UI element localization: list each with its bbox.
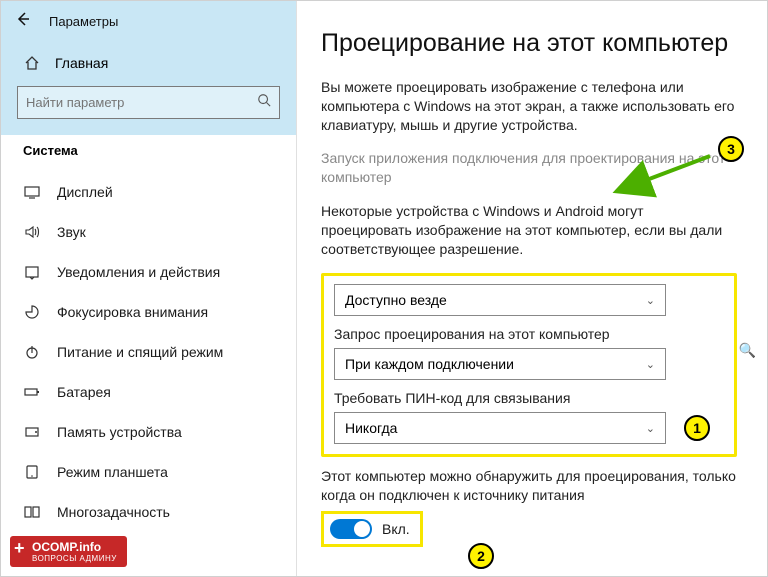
nav-list: Дисплей Звук Уведомления и действия Фоку… — [1, 172, 296, 532]
chevron-down-icon: ⌄ — [646, 358, 655, 371]
sidebar: Параметры Главная Система Дисплей — [1, 1, 297, 576]
watermark-sub: ВОПРОСЫ АДМИНУ — [32, 554, 117, 563]
home-icon — [23, 54, 41, 72]
search-icon — [257, 93, 271, 112]
home-label: Главная — [55, 55, 108, 71]
sidebar-item-focus[interactable]: Фокусировка внимания — [1, 292, 296, 332]
settings-window: Параметры Главная Система Дисплей — [0, 0, 768, 577]
power-icon — [23, 343, 41, 361]
search-box[interactable] — [17, 86, 280, 119]
category-header: Система — [1, 135, 296, 172]
sidebar-item-label: Звук — [57, 224, 86, 240]
sound-icon — [23, 223, 41, 241]
dropdown3-label: Требовать ПИН-код для связывания — [334, 390, 724, 406]
dropdown-value: Никогда — [345, 420, 397, 436]
main-content: Проецирование на этот компьютер Вы может… — [297, 1, 767, 576]
sidebar-item-label: Дисплей — [57, 184, 113, 200]
dropdown-value: При каждом подключении — [345, 356, 514, 372]
sidebar-item-sound[interactable]: Звук — [1, 212, 296, 252]
page-title: Проецирование на этот компьютер — [321, 29, 737, 58]
chevron-down-icon: ⌄ — [646, 422, 655, 435]
sidebar-item-label: Режим планшета — [57, 464, 168, 480]
settings-group-1: Доступно везде ⌄ Запрос проецирования на… — [321, 273, 737, 457]
annotation-callout-2: 2 — [468, 543, 494, 569]
pin-dropdown[interactable]: Никогда ⌄ — [334, 412, 666, 444]
annotation-callout-1: 1 — [684, 415, 710, 441]
magnify-icon: 🔍 — [739, 342, 756, 359]
search-wrap — [1, 84, 296, 135]
notifications-icon — [23, 263, 41, 281]
header-bar: Параметры — [1, 1, 296, 44]
dropdown2-label: Запрос проецирования на этот компьютер — [334, 326, 724, 342]
sidebar-item-label: Питание и спящий режим — [57, 344, 223, 360]
sidebar-item-power[interactable]: Питание и спящий режим — [1, 332, 296, 372]
chevron-down-icon: ⌄ — [646, 294, 655, 307]
search-input[interactable] — [26, 95, 257, 110]
sidebar-item-storage[interactable]: Память устройства — [1, 412, 296, 452]
discover-note: Этот компьютер можно обнаружить для прое… — [321, 467, 737, 505]
focus-icon — [23, 303, 41, 321]
permission-note: Некоторые устройства с Windows и Android… — [321, 202, 737, 259]
watermark: OCOMP.info ВОПРОСЫ АДМИНУ — [10, 536, 127, 567]
ask-project-dropdown[interactable]: При каждом подключении ⌄ — [334, 348, 666, 380]
sidebar-item-label: Фокусировка внимания — [57, 304, 208, 320]
discover-toggle[interactable] — [330, 519, 372, 539]
annotation-arrow-3 — [610, 148, 720, 208]
sidebar-item-label: Память устройства — [57, 424, 182, 440]
tablet-icon — [23, 463, 41, 481]
sidebar-item-label: Уведомления и действия — [57, 264, 220, 280]
sidebar-item-label: Батарея — [57, 384, 111, 400]
availability-dropdown[interactable]: Доступно везде ⌄ — [334, 284, 666, 316]
sidebar-item-multitask[interactable]: Многозадачность — [1, 492, 296, 532]
home-button[interactable]: Главная — [1, 44, 296, 84]
storage-icon — [23, 423, 41, 441]
watermark-text: OCOMP.info — [32, 540, 101, 554]
battery-icon — [23, 383, 41, 401]
sidebar-item-label: Многозадачность — [57, 504, 170, 520]
sidebar-item-display[interactable]: Дисплей — [1, 172, 296, 212]
discover-toggle-group: Вкл. — [321, 511, 423, 547]
sidebar-item-battery[interactable]: Батарея — [1, 372, 296, 412]
sidebar-item-notifications[interactable]: Уведомления и действия — [1, 252, 296, 292]
sidebar-item-tablet[interactable]: Режим планшета — [1, 452, 296, 492]
back-icon[interactable] — [15, 11, 31, 32]
annotation-callout-3: 3 — [718, 136, 744, 162]
multitask-icon — [23, 503, 41, 521]
display-icon — [23, 183, 41, 201]
window-title: Параметры — [49, 14, 118, 29]
dropdown-value: Доступно везде — [345, 292, 447, 308]
intro-text: Вы можете проецировать изображение с тел… — [321, 78, 737, 135]
toggle-label: Вкл. — [382, 521, 410, 537]
